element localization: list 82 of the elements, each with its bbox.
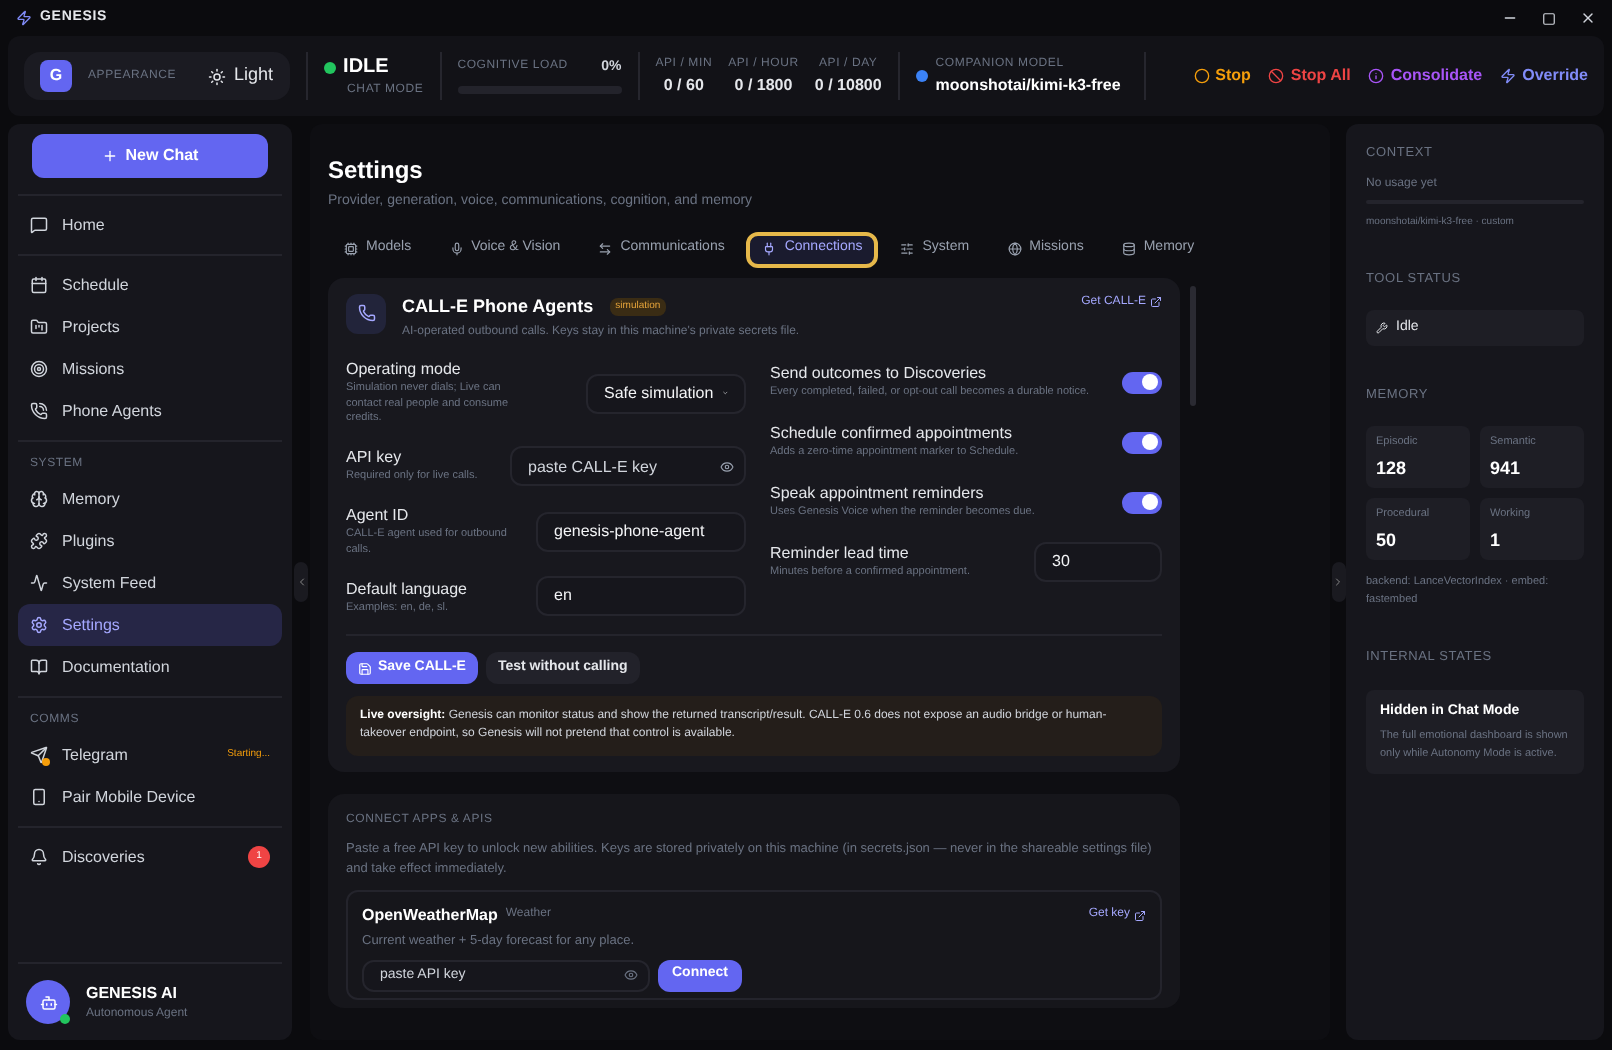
agent-avatar [26, 980, 70, 1024]
lightning-icon [16, 10, 32, 26]
book-icon [30, 658, 48, 676]
nav-item[interactable]: Pair Mobile Device [18, 776, 282, 818]
lightning-icon [1500, 68, 1517, 84]
option-label: Reminder lead time [770, 542, 911, 566]
maximize-icon[interactable] [1542, 11, 1556, 25]
phone-icon [30, 402, 48, 420]
external-link-icon [1134, 909, 1146, 922]
model-name: moonshotai/kimi-k3-free [935, 73, 1121, 97]
arrows-icon [598, 242, 613, 256]
globe-icon [1007, 242, 1022, 256]
mode-select[interactable]: Safe simulation [586, 373, 746, 414]
status-label: IDLE [343, 54, 389, 82]
input-field[interactable]: en [536, 576, 746, 617]
toggle-switch[interactable] [1122, 371, 1162, 393]
avatar: G [40, 60, 72, 92]
sun-icon [208, 67, 227, 85]
wrench-icon [1376, 322, 1388, 335]
stat-value: 0 / 1800 [734, 73, 793, 97]
agent-name: GENESIS AI [86, 981, 179, 1005]
option-label: Send outcomes to Discoveries [770, 362, 989, 386]
paper-plane-icon [30, 746, 48, 764]
brain-icon [30, 490, 48, 508]
expand-handle[interactable] [1331, 562, 1345, 602]
close-icon[interactable] [1580, 10, 1596, 26]
stat-value: 0 / 60 [663, 73, 704, 97]
option-label: Schedule confirmed appointments [770, 422, 1014, 446]
stat-value: 0 / 10800 [814, 73, 882, 97]
page-title: Settings [328, 154, 425, 188]
card-title: CALL-E Phone Agents [402, 293, 594, 320]
nav-item[interactable]: Memory [18, 478, 282, 520]
nav-item[interactable]: Missions [18, 348, 282, 390]
smartphone-icon [30, 788, 48, 806]
option-label: Speak appointment reminders [770, 482, 986, 506]
action-button[interactable]: Stop All [1268, 64, 1351, 88]
plug-icon [762, 242, 777, 256]
eye-icon [720, 459, 734, 474]
new-chat-button[interactable]: New Chat [32, 134, 268, 178]
nav-item[interactable]: Home [18, 204, 282, 246]
nav-item[interactable]: System Feed [18, 562, 282, 604]
scrollbar [1190, 285, 1196, 405]
toggle-switch[interactable] [1122, 431, 1162, 453]
folder-icon [30, 318, 48, 336]
bell-icon [30, 848, 48, 866]
theme-toggle[interactable]: Light [208, 62, 274, 90]
service-name: OpenWeatherMap [362, 903, 498, 928]
save-icon [358, 661, 372, 676]
field-label: Operating mode [346, 358, 463, 382]
cpu-icon [344, 242, 358, 256]
action-button[interactable]: Stop [1193, 64, 1251, 88]
action-button[interactable]: Consolidate [1368, 64, 1483, 88]
gear-icon [30, 616, 48, 634]
database-icon [1121, 242, 1136, 256]
phone-icon [346, 293, 386, 333]
eye-icon [624, 968, 638, 983]
calendar-icon [30, 276, 48, 294]
external-link-icon [1150, 296, 1162, 308]
nav-item[interactable]: Schedule [18, 264, 282, 306]
circle-icon [1193, 68, 1210, 84]
toggle-switch[interactable] [1122, 491, 1162, 513]
collapse-handle[interactable] [294, 562, 308, 602]
nav-item[interactable]: Phone Agents [18, 390, 282, 432]
field-label: Agent ID [346, 504, 411, 528]
number-field[interactable]: 30 [1034, 542, 1162, 582]
nav-item[interactable]: Projects [18, 306, 282, 348]
puzzle-icon [30, 532, 48, 550]
nav-item[interactable]: Plugins [18, 520, 282, 562]
info-icon [1368, 68, 1385, 84]
ban-icon [1268, 68, 1285, 84]
nav-item[interactable]: Documentation [18, 646, 282, 688]
input-field[interactable]: genesis-phone-agent [536, 511, 746, 552]
key-field[interactable]: paste CALL-E key [510, 446, 746, 487]
target-icon [30, 360, 48, 378]
field-label: API key [346, 446, 404, 470]
pulse-icon [30, 574, 48, 592]
plus-icon [101, 148, 118, 164]
action-button[interactable]: Override [1500, 64, 1588, 88]
microphone-icon [449, 242, 464, 256]
field-label: Default language [346, 577, 469, 602]
sliders-icon [900, 242, 915, 256]
nav-item[interactable]: Settings [18, 604, 282, 646]
